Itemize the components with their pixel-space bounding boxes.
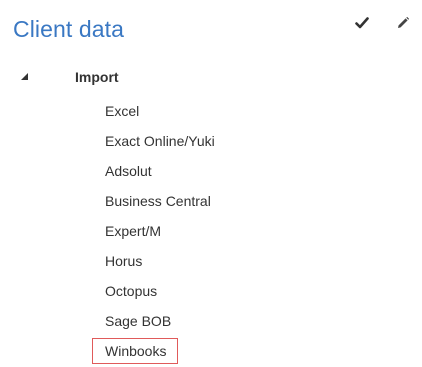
tree-item-label[interactable]: Adsolut	[92, 158, 164, 184]
tree-item-label[interactable]: Exact Online/Yuki	[92, 128, 227, 154]
tree-item-adsolut[interactable]: Adsolut	[92, 155, 227, 185]
tree-item-exact-online-yuki[interactable]: Exact Online/Yuki	[92, 125, 227, 155]
checkmark-icon	[355, 17, 369, 29]
tree-item-label[interactable]: Sage BOB	[92, 308, 183, 334]
tree-item-expert-m[interactable]: Expert/M	[92, 215, 227, 245]
tree-item-label[interactable]: Excel	[92, 98, 151, 124]
tree-item-octopus[interactable]: Octopus	[92, 275, 227, 305]
tree-item-excel[interactable]: Excel	[92, 95, 227, 125]
panel-title: Client data	[13, 16, 125, 42]
tree-item-sage-bob[interactable]: Sage BOB	[92, 305, 227, 335]
expanded-triangle-icon	[21, 73, 28, 80]
tree-toggle-import[interactable]	[19, 70, 31, 82]
pencil-icon	[398, 16, 410, 28]
tree-item-winbooks[interactable]: Winbooks	[92, 335, 227, 365]
edit-button[interactable]	[393, 13, 413, 33]
tree-item-business-central[interactable]: Business Central	[92, 185, 227, 215]
tree-node-import[interactable]: Import	[75, 68, 119, 86]
tree-item-label[interactable]: Winbooks	[92, 338, 179, 364]
tree-item-label[interactable]: Horus	[92, 248, 154, 274]
confirm-button[interactable]	[352, 13, 372, 33]
tree-item-label[interactable]: Octopus	[92, 278, 169, 304]
tree-item-label[interactable]: Business Central	[92, 188, 223, 214]
tree-children-list: Excel Exact Online/Yuki Adsolut Business…	[92, 95, 227, 365]
tree-item-label[interactable]: Expert/M	[92, 218, 173, 244]
tree-item-horus[interactable]: Horus	[92, 245, 227, 275]
